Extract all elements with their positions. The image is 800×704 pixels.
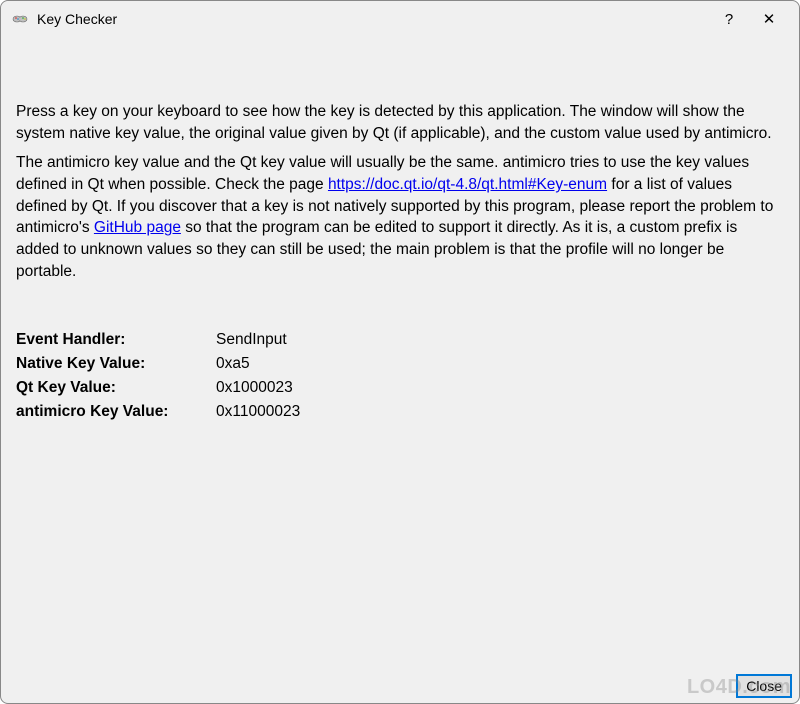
event-handler-row: Event Handler: SendInput: [16, 331, 784, 349]
key-checker-dialog: Key Checker ? ✕ Press a key on your keyb…: [0, 0, 800, 704]
titlebar: Key Checker ? ✕: [1, 1, 799, 37]
description-para2: The antimicro key value and the Qt key v…: [16, 152, 784, 282]
window-close-button[interactable]: ✕: [749, 3, 789, 35]
antimicro-key-row: antimicro Key Value: 0x11000023: [16, 403, 784, 421]
qt-key-row: Qt Key Value: 0x1000023: [16, 379, 784, 397]
event-handler-label: Event Handler:: [16, 331, 216, 349]
description-para1: Press a key on your keyboard to see how …: [16, 101, 784, 144]
native-key-row: Native Key Value: 0xa5: [16, 355, 784, 373]
window-title: Key Checker: [37, 11, 709, 27]
antimicro-key-label: antimicro Key Value:: [16, 403, 216, 421]
description-text: Press a key on your keyboard to see how …: [16, 93, 784, 291]
qt-key-label: Qt Key Value:: [16, 379, 216, 397]
dialog-footer: Close: [1, 675, 799, 703]
native-key-label: Native Key Value:: [16, 355, 216, 373]
github-link[interactable]: GitHub page: [94, 219, 181, 236]
native-key-value: 0xa5: [216, 355, 250, 373]
help-button[interactable]: ?: [709, 3, 749, 35]
close-button[interactable]: Close: [737, 675, 791, 697]
event-handler-value: SendInput: [216, 331, 287, 349]
antimicro-key-value: 0x11000023: [216, 403, 300, 421]
key-values-table: Event Handler: SendInput Native Key Valu…: [16, 331, 784, 427]
help-icon: ?: [725, 11, 733, 28]
close-icon: ✕: [763, 10, 776, 28]
dialog-content: Press a key on your keyboard to see how …: [1, 37, 799, 675]
qt-key-value: 0x1000023: [216, 379, 293, 397]
qt-doc-link[interactable]: https://doc.qt.io/qt-4.8/qt.html#Key-enu…: [328, 176, 607, 193]
app-icon: [11, 10, 29, 28]
